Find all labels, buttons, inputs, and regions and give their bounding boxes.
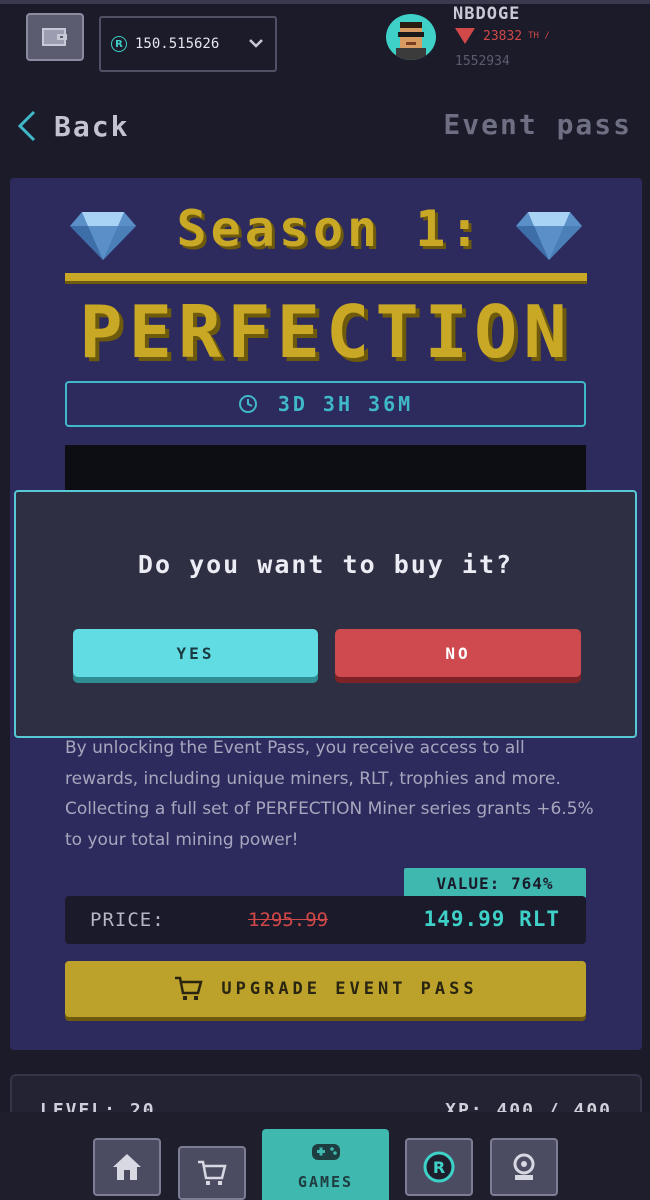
avatar-pixel-face-icon bbox=[396, 22, 426, 60]
nav-home-button[interactable] bbox=[93, 1138, 161, 1196]
upgrade-event-pass-button[interactable]: UPGRADE EVENT PASS bbox=[65, 961, 586, 1017]
balance-selector[interactable]: R 150.515626 bbox=[99, 16, 277, 72]
season-title: Season 1: bbox=[176, 200, 484, 258]
clock-icon bbox=[238, 395, 257, 413]
rlt-coin-icon: R bbox=[423, 1151, 455, 1183]
confirm-purchase-modal: Do you want to buy it? YES NO bbox=[14, 490, 637, 738]
title-divider bbox=[65, 273, 587, 281]
price-label: PRICE: bbox=[90, 909, 165, 931]
yes-button[interactable]: YES bbox=[73, 629, 318, 677]
event-description: By unlocking the Event Pass, you receive… bbox=[65, 738, 594, 850]
modal-question: Do you want to buy it? bbox=[137, 550, 514, 579]
page-title: Event pass bbox=[443, 108, 632, 141]
rlt-coin-icon: R bbox=[111, 36, 127, 52]
nav-rlt-button[interactable]: R bbox=[405, 1138, 473, 1196]
wallet-button[interactable] bbox=[26, 13, 84, 61]
diamond-icon bbox=[516, 212, 582, 260]
nav-profile-button[interactable] bbox=[490, 1138, 558, 1196]
username[interactable]: NBDOGE bbox=[453, 4, 520, 24]
svg-text:R: R bbox=[433, 1158, 445, 1177]
rank-total: 1552934 bbox=[455, 54, 510, 69]
event-timer: 3D 3H 36M bbox=[65, 381, 586, 427]
back-label: Back bbox=[54, 109, 130, 143]
nav-games-button[interactable]: GAMES bbox=[262, 1129, 389, 1200]
cart-icon bbox=[175, 976, 204, 1000]
rank-value: 23832 bbox=[483, 28, 523, 44]
nav-market-button[interactable] bbox=[178, 1146, 246, 1200]
nav-games-label: GAMES bbox=[297, 1172, 354, 1191]
rank-down-arrow-icon bbox=[455, 28, 475, 44]
rank-row: 23832 TH / bbox=[455, 28, 550, 44]
price-old: 1295.99 bbox=[248, 909, 329, 931]
price-box: PRICE: 1295.99 149.99 RLT bbox=[65, 896, 586, 944]
rank-suffix: TH / bbox=[528, 31, 550, 41]
miner-icon bbox=[513, 1153, 535, 1180]
season-name: PERFECTION bbox=[79, 290, 573, 374]
chevron-left-icon bbox=[17, 110, 36, 142]
cart-icon bbox=[198, 1160, 227, 1185]
home-icon bbox=[113, 1154, 141, 1180]
price-new: 149.99 RLT bbox=[423, 907, 560, 931]
wallet-icon bbox=[42, 28, 67, 46]
back-button[interactable]: Back bbox=[16, 108, 129, 144]
value-badge: VALUE: 764% bbox=[404, 868, 586, 898]
diamond-icon bbox=[70, 212, 136, 260]
timer-value: 3D 3H 36M bbox=[277, 392, 414, 416]
avatar[interactable] bbox=[386, 14, 436, 60]
gamepad-icon bbox=[311, 1143, 340, 1160]
balance-value: 150.515626 bbox=[135, 36, 220, 52]
top-bar: R 150.515626 NBDOGE 23832 TH / 1552934 bbox=[0, 0, 650, 80]
no-button[interactable]: NO bbox=[335, 629, 581, 677]
chevron-down-icon bbox=[249, 39, 263, 48]
upgrade-label: UPGRADE EVENT PASS bbox=[221, 979, 478, 999]
